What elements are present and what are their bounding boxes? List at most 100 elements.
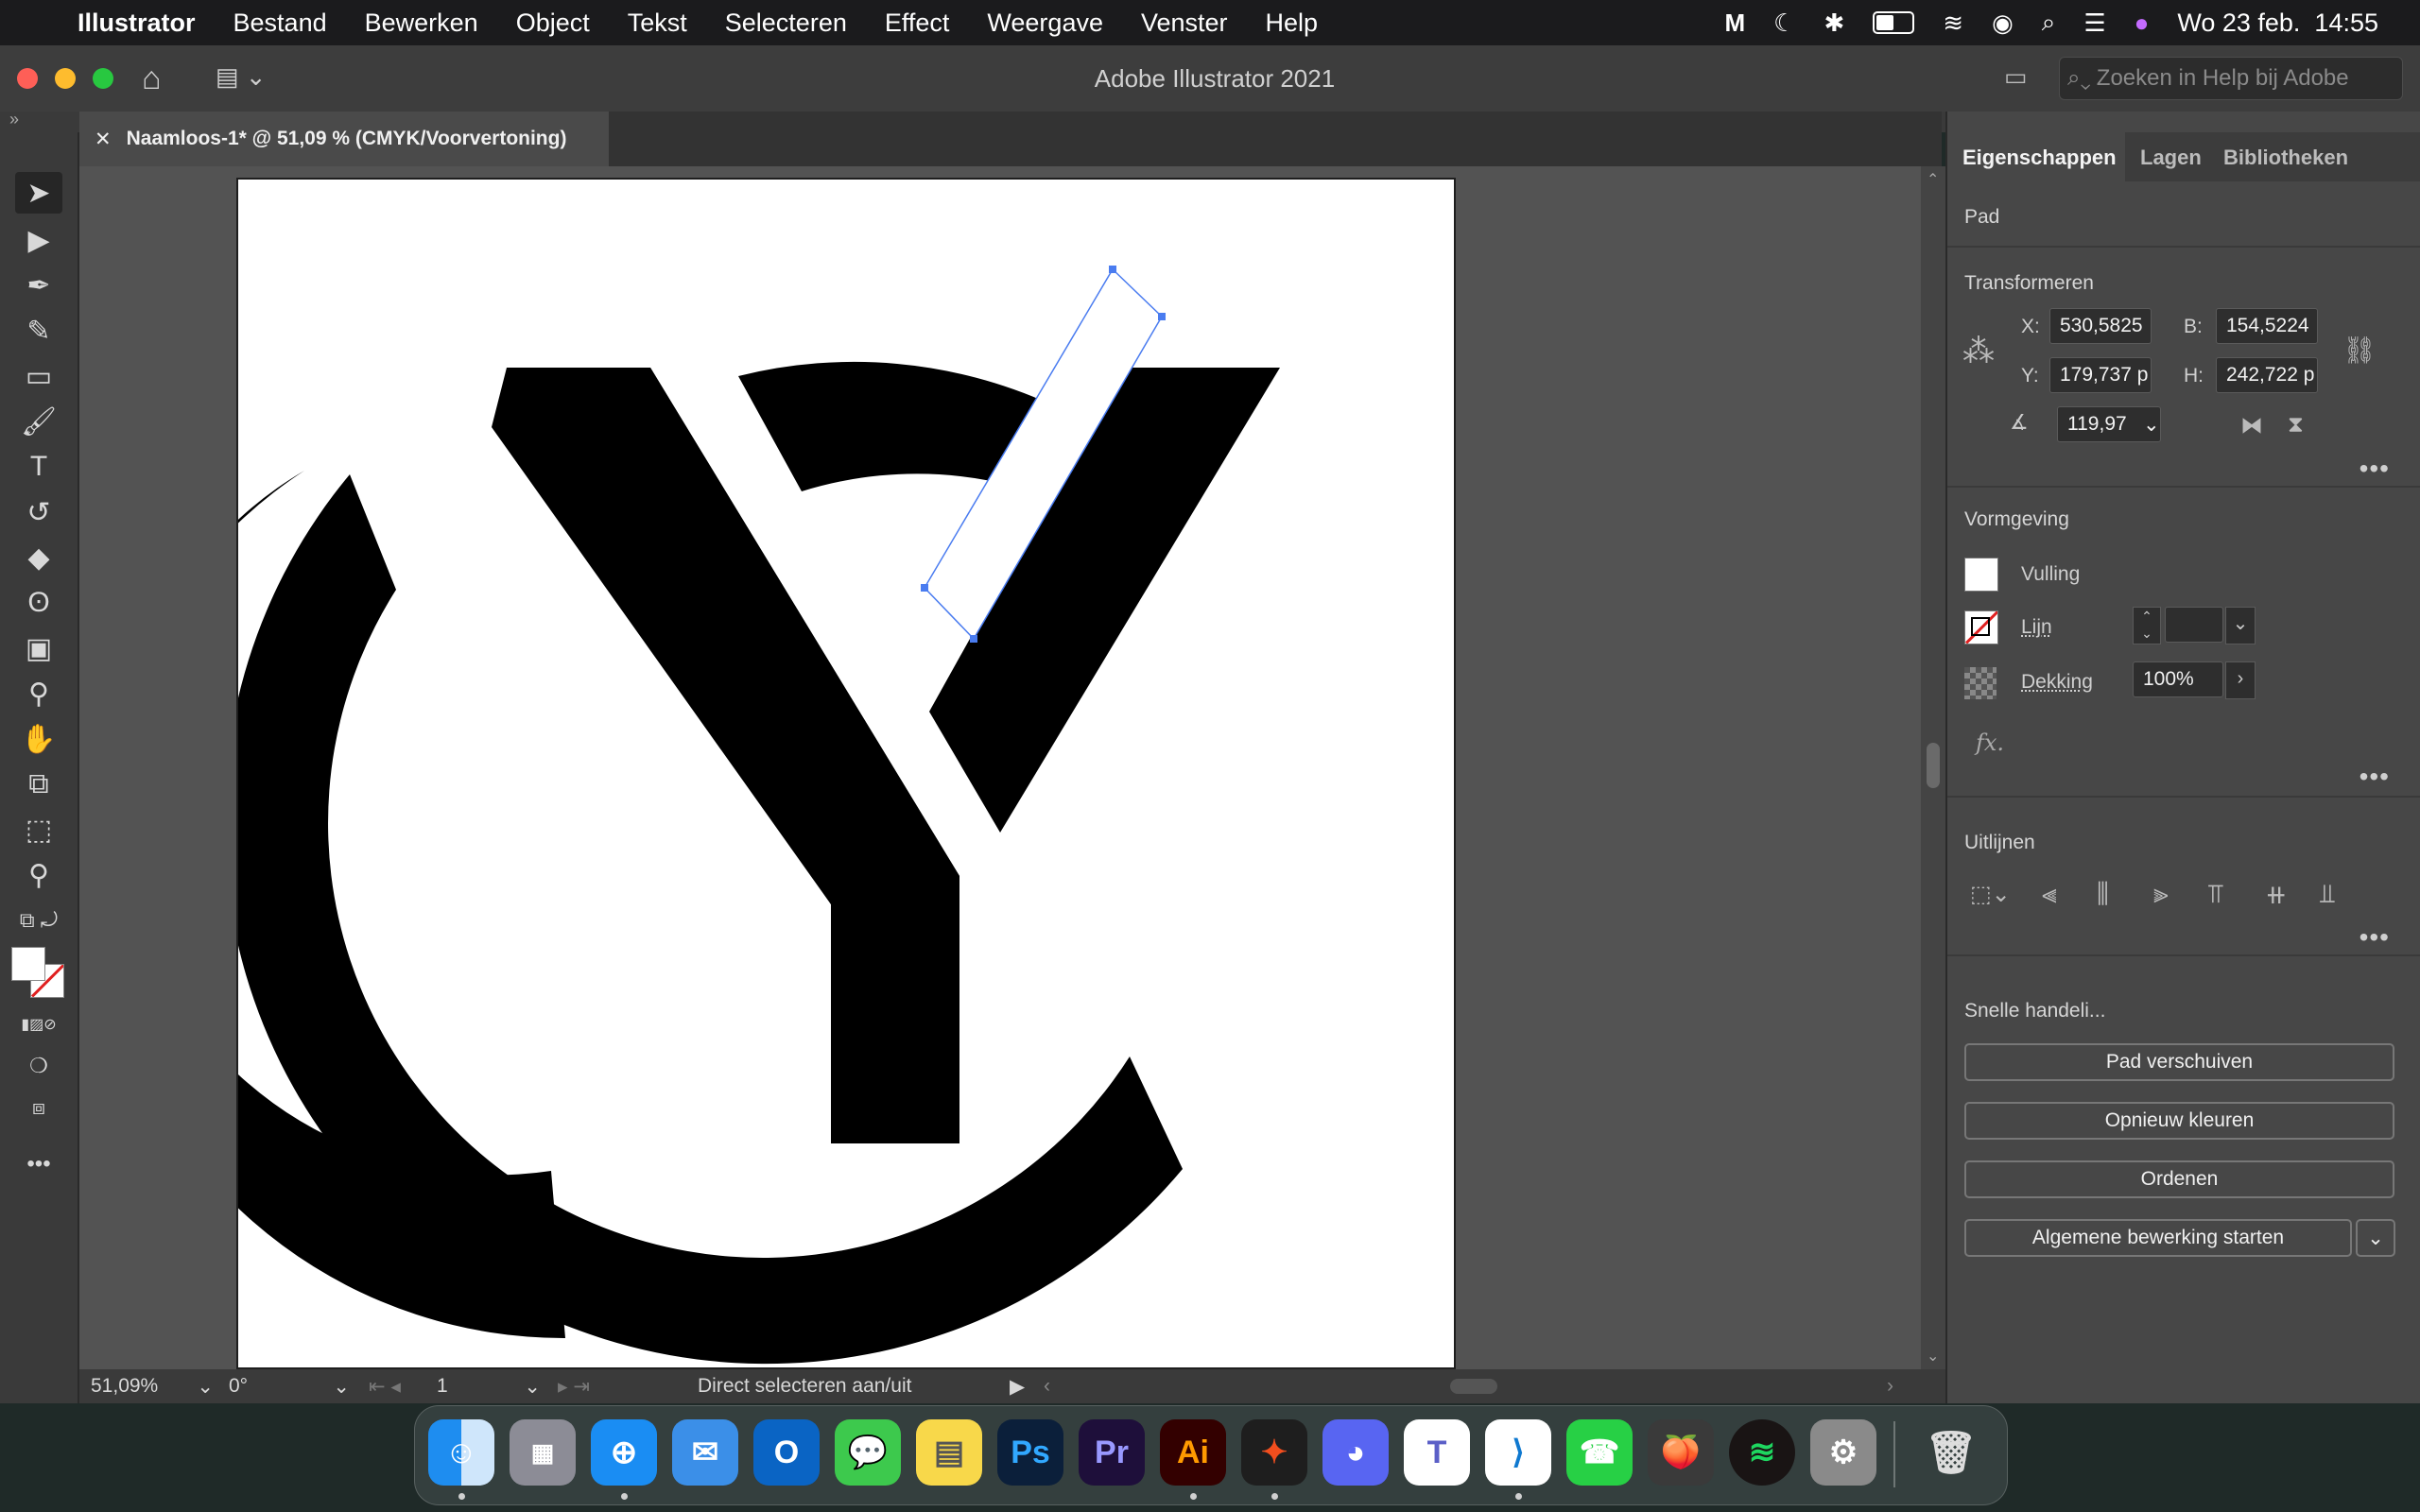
dock-teams-icon[interactable]: T: [1404, 1419, 1470, 1486]
global-edit-options-dropdown[interactable]: ⌄: [2356, 1219, 2395, 1257]
stroke-weight-dropdown[interactable]: ⌄: [2225, 607, 2256, 644]
curvature-tool-icon[interactable]: ✎: [15, 310, 62, 352]
menubar-clock[interactable]: Wo 23 feb. 14:55: [2177, 9, 2378, 38]
spotlight-search-icon[interactable]: ⌕: [2042, 8, 2056, 38]
dock-outlook-icon[interactable]: O: [753, 1419, 820, 1486]
align-center-vertical-icon[interactable]: ⧺: [2265, 879, 2287, 910]
dock-messages-icon[interactable]: 💬: [835, 1419, 901, 1486]
fill-color-swatch[interactable]: [1964, 558, 1998, 592]
zoom-field[interactable]: 51,09% ⌄: [91, 1373, 214, 1400]
h-field[interactable]: 242,722 p: [2216, 357, 2318, 393]
menu-effect[interactable]: Effect: [885, 9, 950, 38]
expand-toolbar-icon[interactable]: »: [9, 110, 19, 129]
align-to-dropdown-icon[interactable]: ⬚⌄: [1970, 881, 2011, 908]
workspace-switcher-icon[interactable]: ▤ ⌄: [216, 62, 267, 92]
scroll-thumb[interactable]: [1927, 743, 1940, 788]
flip-horizontal-icon[interactable]: ⧓: [2240, 412, 2263, 439]
document-tab[interactable]: ✕ Naamloos-1* @ 51,09 % (CMYK/Voorverton…: [79, 112, 609, 166]
align-center-horizontal-icon[interactable]: ⫼: [2097, 879, 2109, 910]
user-icon[interactable]: ◉: [1992, 9, 2014, 38]
x-field[interactable]: 530,5825: [2049, 308, 2152, 344]
align-right-icon[interactable]: ⫸: [2153, 879, 2169, 910]
stroke-color-swatch[interactable]: [1964, 610, 1998, 644]
moon-icon[interactable]: ☾: [1773, 9, 1795, 38]
vertical-scrollbar[interactable]: ⌃ ⌄: [1921, 166, 1945, 1369]
stroke-weight-field[interactable]: [2165, 607, 2223, 643]
rotate-tool-icon[interactable]: ↺: [15, 491, 62, 533]
reference-point-icon[interactable]: ⁂: [1962, 333, 1995, 370]
menu-bewerken[interactable]: Bewerken: [365, 9, 478, 38]
dock-vscode-icon[interactable]: ⟩: [1485, 1419, 1551, 1486]
align-top-icon[interactable]: ⫪: [2208, 879, 2223, 910]
draw-mode-icon[interactable]: ❍: [15, 1045, 62, 1087]
malwarebytes-icon[interactable]: M: [1724, 9, 1745, 38]
status-menu-arrow-icon[interactable]: ▶: [1010, 1373, 1025, 1400]
scroll-down-icon[interactable]: ⌄: [1927, 1347, 1939, 1366]
dock-system-preferences-icon[interactable]: ⚙: [1810, 1419, 1876, 1486]
recolor-button[interactable]: Opnieuw kleuren: [1964, 1102, 2394, 1140]
fill-swatch[interactable]: [11, 947, 45, 981]
start-global-edit-button[interactable]: Algemene bewerking starten: [1964, 1219, 2352, 1257]
color-mode-icons[interactable]: ▮▨⊘: [15, 1004, 62, 1045]
align-left-icon[interactable]: ⫷: [2042, 879, 2057, 910]
constrain-proportions-icon[interactable]: ⛓: [2342, 335, 2377, 366]
direct-selection-tool-icon[interactable]: ▶: [15, 219, 62, 261]
tab-lagen[interactable]: Lagen: [2140, 146, 2202, 170]
puppet-warp-tool-icon[interactable]: ✋: [15, 718, 62, 760]
chevron-down-icon[interactable]: ⌄: [2143, 413, 2160, 437]
y-field[interactable]: 179,737 p: [2049, 357, 2152, 393]
opacity-expand-button[interactable]: ›: [2225, 662, 2256, 699]
dock-flstudio-icon[interactable]: 🍑: [1648, 1419, 1714, 1486]
appearance-more-icon[interactable]: •••: [2360, 762, 2390, 792]
artboard-nav-next-last[interactable]: ▸ ⇥: [558, 1373, 590, 1400]
menu-selecteren[interactable]: Selecteren: [725, 9, 847, 38]
eyedropper-tool-icon[interactable]: ⚲: [15, 673, 62, 714]
dock-trash-icon[interactable]: 🗑: [1918, 1419, 1984, 1486]
gradient-tool-icon[interactable]: ▣: [15, 627, 62, 669]
close-tab-icon[interactable]: ✕: [95, 128, 112, 151]
horizontal-scroll-right-icon[interactable]: ›: [1887, 1373, 1893, 1400]
fx-icon[interactable]: fx.: [1976, 730, 2004, 756]
edit-toolbar-icon[interactable]: •••: [15, 1143, 62, 1185]
dock-photoshop-icon[interactable]: Ps: [997, 1419, 1063, 1486]
scroll-up-icon[interactable]: ⌃: [1927, 170, 1939, 189]
paintbrush-tool-icon[interactable]: 🖌: [15, 401, 62, 442]
window-close-button[interactable]: [17, 68, 38, 89]
stroke-label[interactable]: Lijn: [2021, 616, 2052, 639]
dock-launchpad-icon[interactable]: ▦: [510, 1419, 576, 1486]
dock-illustrator-icon[interactable]: Ai: [1160, 1419, 1226, 1486]
opacity-field[interactable]: 100%: [2133, 662, 2223, 697]
artboard[interactable]: [236, 178, 1456, 1369]
wifi-icon[interactable]: ≋: [1943, 9, 1963, 38]
horizontal-scroll-thumb[interactable]: [1450, 1379, 1497, 1394]
align-bottom-icon[interactable]: ⫫: [2320, 879, 2335, 910]
selection-tool-icon[interactable]: ➤: [15, 172, 62, 214]
dock-mail-icon[interactable]: ✉: [672, 1419, 738, 1486]
dock-whatsapp-icon[interactable]: ☎: [1566, 1419, 1633, 1486]
help-search-input[interactable]: ⌕⌄ Zoeken in Help bij Adobe: [2059, 57, 2403, 100]
menu-bestand[interactable]: Bestand: [233, 9, 327, 38]
window-zoom-button[interactable]: [93, 68, 113, 89]
control-center-icon[interactable]: ☰: [2083, 9, 2105, 38]
menu-tekst[interactable]: Tekst: [628, 9, 687, 38]
pen-tool-icon[interactable]: ✒: [15, 265, 62, 306]
angle-field[interactable]: 119,97 ⌄: [2057, 406, 2161, 442]
chevron-down-icon[interactable]: ⌄: [197, 1375, 214, 1399]
rectangle-tool-icon[interactable]: ▭: [15, 355, 62, 397]
dock-notes-icon[interactable]: ▤: [916, 1419, 982, 1486]
window-minimize-button[interactable]: [55, 68, 76, 89]
home-icon[interactable]: ⌂: [142, 60, 162, 97]
menu-object[interactable]: Object: [516, 9, 590, 38]
arrange-button[interactable]: Ordenen: [1964, 1160, 2394, 1198]
artboard-number-field[interactable]: 1 ⌄: [437, 1373, 541, 1400]
screen-mode-icon[interactable]: ⧈: [15, 1087, 62, 1128]
rotation-field[interactable]: 0° ⌄: [229, 1373, 350, 1400]
eraser-tool-icon[interactable]: ◆: [15, 537, 62, 578]
horizontal-scroll-left-icon[interactable]: ‹: [1044, 1373, 1050, 1400]
align-more-icon[interactable]: •••: [2360, 922, 2390, 953]
dock-discord-icon[interactable]: ◕: [1322, 1419, 1389, 1486]
dock-premiere-icon[interactable]: Pr: [1079, 1419, 1145, 1486]
siri-icon[interactable]: ●: [2135, 9, 2150, 38]
shape-builder-tool-icon[interactable]: ⧉: [15, 764, 62, 805]
transform-more-icon[interactable]: •••: [2360, 454, 2390, 484]
